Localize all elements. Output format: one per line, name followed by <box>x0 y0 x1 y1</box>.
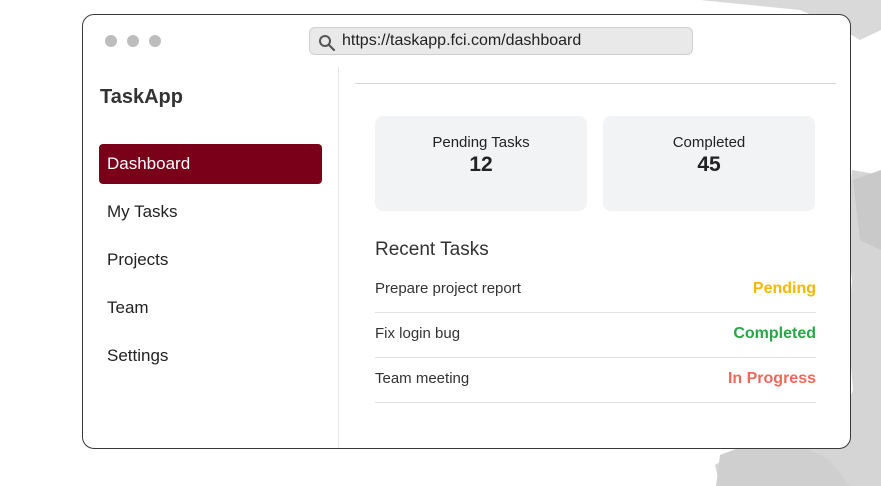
recent-tasks-title: Recent Tasks <box>375 239 489 260</box>
address-bar[interactable]: https://taskapp.fci.com/dashboard <box>309 27 693 55</box>
table-row[interactable]: Prepare project report Pending <box>375 268 816 313</box>
sidebar-item-team[interactable]: Team <box>99 288 322 328</box>
window-dot-1[interactable] <box>105 35 117 47</box>
browser-window: https://taskapp.fci.com/dashboard TaskAp… <box>82 14 851 449</box>
sidebar-item-my-tasks[interactable]: My Tasks <box>99 192 322 232</box>
app-brand: TaskApp <box>100 86 183 108</box>
task-name: Prepare project report <box>375 280 521 297</box>
status-badge: Pending <box>752 280 816 297</box>
sidebar: TaskApp Dashboard My Tasks Projects Team… <box>83 67 339 448</box>
table-row[interactable]: Fix login bug Completed <box>375 313 816 358</box>
task-name: Team meeting <box>375 370 470 387</box>
stat-value: 45 <box>697 153 721 176</box>
stat-label: Pending Tasks <box>432 134 530 151</box>
stat-card-pending: Pending Tasks 12 <box>375 116 587 211</box>
stat-value: 12 <box>469 153 493 176</box>
window-dot-3[interactable] <box>149 35 161 47</box>
task-name: Fix login bug <box>375 325 461 342</box>
stat-card-completed: Completed 45 <box>603 116 815 211</box>
table-row[interactable]: Team meeting In Progress <box>375 358 816 403</box>
sidebar-item-settings[interactable]: Settings <box>99 336 322 376</box>
header-divider <box>355 83 836 84</box>
sidebar-item-projects[interactable]: Projects <box>99 240 322 280</box>
title-bar: https://taskapp.fci.com/dashboard <box>83 15 850 67</box>
sidebar-item-dashboard[interactable]: Dashboard <box>99 144 322 184</box>
status-badge: In Progress <box>727 370 816 387</box>
stat-label: Completed <box>672 134 746 151</box>
status-badge: Completed <box>733 325 816 342</box>
window-dot-2[interactable] <box>127 35 139 47</box>
search-icon <box>319 35 336 52</box>
address-url[interactable]: https://taskapp.fci.com/dashboard <box>342 32 581 50</box>
